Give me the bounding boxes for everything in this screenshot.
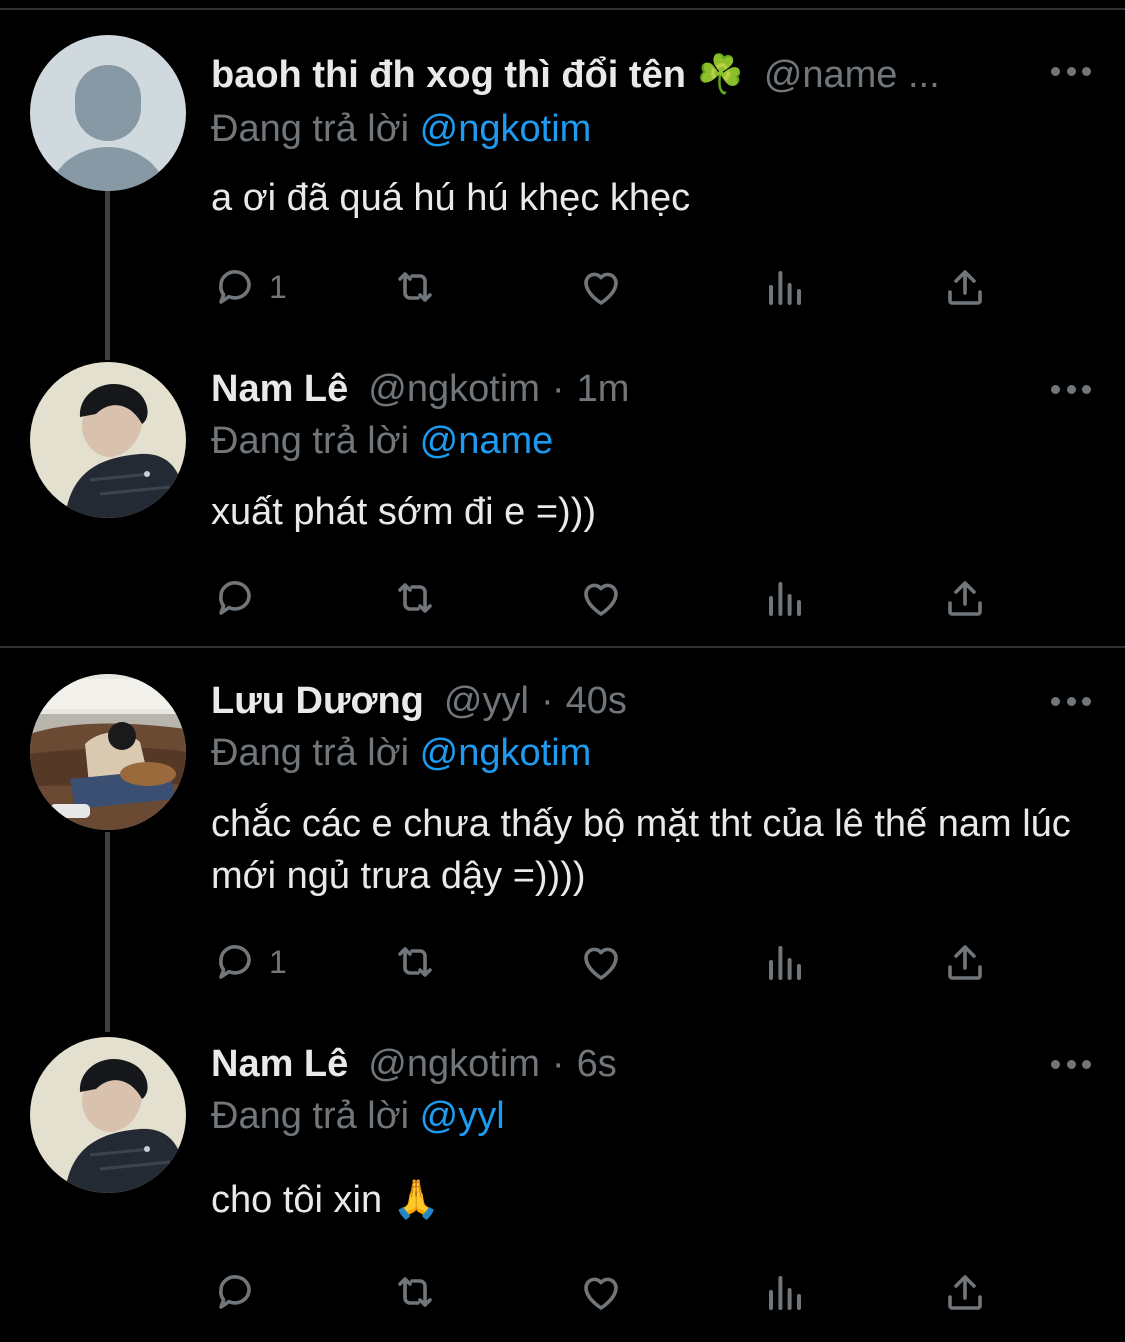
action-bar: [211, 1267, 1011, 1317]
replying-to: Đang trả lời @yyl: [211, 1095, 505, 1138]
reply-button[interactable]: 1: [211, 262, 287, 312]
reply-button[interactable]: [211, 1267, 269, 1317]
action-bar: 1: [211, 937, 1011, 987]
avatar-default[interactable]: [30, 35, 186, 191]
separator-dot: ·: [551, 367, 565, 410]
mention-link[interactable]: @name: [420, 420, 554, 462]
retweet-icon: [398, 583, 432, 613]
user-handle[interactable]: @yyl: [444, 680, 529, 723]
display-name[interactable]: baoh thi đh xog thì đổi tên ☘️: [211, 53, 744, 97]
avatar-nam-le[interactable]: [30, 362, 186, 518]
separator-dot: ·: [551, 1042, 565, 1085]
top-separator: [0, 8, 1125, 10]
reply-button[interactable]: 1: [211, 937, 287, 987]
replying-prefix: Đang trả lời: [211, 1095, 410, 1137]
share-button[interactable]: [941, 262, 989, 312]
tweet-header: baoh thi đh xog thì đổi tên ☘️ @name ...: [211, 50, 1085, 100]
retweet-icon: [398, 947, 432, 977]
like-icon: [584, 583, 618, 616]
user-handle[interactable]: @ngkotim: [368, 1043, 540, 1086]
timestamp[interactable]: 1m: [577, 368, 630, 411]
like-button[interactable]: [577, 937, 625, 987]
like-icon: [584, 1277, 618, 1310]
mention-link[interactable]: @ngkotim: [420, 732, 592, 774]
action-bar: 1: [211, 262, 1011, 312]
profile-photo: [30, 1037, 186, 1193]
reply-icon: [219, 1275, 251, 1309]
reply-icon: [219, 581, 251, 615]
like-button[interactable]: [577, 1267, 625, 1317]
display-name[interactable]: Nam Lê: [211, 1043, 348, 1086]
profile-photo: [30, 362, 186, 518]
replying-to: Đang trả lời @ngkotim: [211, 732, 591, 775]
more-icon[interactable]: [1051, 382, 1091, 396]
separator-dot: ·: [540, 679, 554, 722]
tweet-text: a ơi đã quá hú hú khẹc khẹc: [211, 177, 691, 219]
views-button[interactable]: [761, 937, 809, 987]
replying-prefix: Đang trả lời: [211, 108, 410, 150]
thread-line: [105, 832, 110, 1032]
tweet-header: Nam Lê @ngkotim · 6s: [211, 1039, 1085, 1089]
like-icon: [584, 947, 618, 980]
views-button[interactable]: [761, 262, 809, 312]
profile-photo: [30, 674, 186, 830]
avatar-nam-le[interactable]: [30, 1037, 186, 1193]
replying-prefix: Đang trả lời: [211, 420, 410, 462]
views-icon: [769, 271, 801, 305]
share-button[interactable]: [941, 1267, 989, 1317]
replying-to: Đang trả lời @name: [211, 420, 553, 463]
retweet-button[interactable]: [391, 937, 439, 987]
timestamp[interactable]: 6s: [577, 1043, 617, 1086]
timestamp[interactable]: 40s: [566, 680, 627, 723]
views-icon: [769, 582, 801, 616]
share-icon: [948, 1275, 982, 1310]
share-button[interactable]: [941, 573, 989, 623]
share-icon: [948, 270, 982, 305]
tweet-header: Lưu Dương @yyl · 40s: [211, 676, 1085, 726]
tweet-text: chắc các e chưa thấy bộ mặt tht của lê t…: [211, 803, 1071, 897]
like-button[interactable]: [577, 262, 625, 312]
like-icon: [584, 272, 618, 305]
retweet-button[interactable]: [391, 573, 439, 623]
thread-line: [105, 190, 110, 360]
share-icon: [948, 581, 982, 616]
views-button[interactable]: [761, 1267, 809, 1317]
more-icon[interactable]: [1051, 1057, 1091, 1071]
mention-link[interactable]: @ngkotim: [420, 108, 592, 150]
like-button[interactable]: [577, 573, 625, 623]
views-icon: [769, 1276, 801, 1310]
retweet-icon: [398, 272, 432, 302]
user-handle[interactable]: @name ...: [764, 54, 940, 97]
share-icon: [948, 945, 982, 980]
retweet-button[interactable]: [391, 1267, 439, 1317]
action-bar: [211, 573, 1011, 623]
mention-link[interactable]: @yyl: [420, 1095, 505, 1137]
tweet-text: cho tôi xin 🙏: [211, 1179, 440, 1221]
reply-count: 1: [269, 268, 287, 305]
reply-icon: [219, 270, 251, 304]
views-icon: [769, 946, 801, 980]
display-name[interactable]: Nam Lê: [211, 368, 348, 411]
avatar-luu-duong[interactable]: [30, 674, 186, 830]
display-name[interactable]: Lưu Dương: [211, 680, 424, 723]
more-icon[interactable]: [1051, 694, 1091, 708]
default-avatar-icon: [30, 35, 186, 191]
retweet-icon: [398, 1277, 432, 1307]
replying-to: Đang trả lời @ngkotim: [211, 108, 591, 151]
tweet-text: xuất phát sớm đi e =))): [211, 491, 597, 533]
more-icon[interactable]: [1051, 64, 1091, 78]
tweet-header: Nam Lê @ngkotim · 1m: [211, 364, 1085, 414]
reply-button[interactable]: [211, 573, 269, 623]
retweet-button[interactable]: [391, 262, 439, 312]
thread-separator: [0, 646, 1125, 648]
replying-prefix: Đang trả lời: [211, 732, 410, 774]
share-button[interactable]: [941, 937, 989, 987]
reply-count: 1: [269, 943, 287, 980]
reply-icon: [219, 945, 251, 979]
views-button[interactable]: [761, 573, 809, 623]
user-handle[interactable]: @ngkotim: [368, 368, 540, 411]
